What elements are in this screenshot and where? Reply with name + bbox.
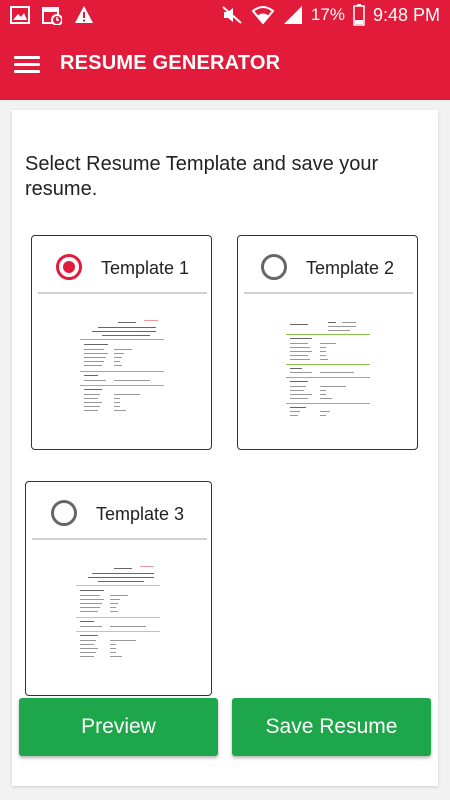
signal-icon [283,5,303,25]
mute-icon [221,5,243,25]
instruction-text: Select Resume Template and save your res… [25,153,379,200]
template-3-preview-image [76,564,166,664]
app-bar: RESUME GENERATOR [0,30,450,100]
template-2-radio[interactable] [261,254,287,280]
template-2-preview-image [286,320,376,420]
battery-percent: 17% [310,5,345,24]
template-1-preview-image [80,318,170,418]
template-3-label: Template 3 [96,504,185,524]
warning-icon [74,5,94,25]
template-card-2[interactable]: Template 2 [237,235,418,450]
template-1-radio[interactable] [56,254,82,280]
app-title: RESUME GENERATOR [60,52,281,74]
divider [38,292,207,294]
preview-button[interactable]: Preview [19,698,218,756]
save-resume-button[interactable]: Save Resume [232,698,431,756]
template-card-1[interactable]: Template 1 [31,235,212,450]
wifi-icon [251,5,275,25]
template-card-3[interactable]: Template 3 [25,481,212,696]
template-2-label: Template 2 [306,258,395,278]
battery-icon [353,4,365,26]
template-1-label: Template 1 [101,258,190,278]
hamburger-menu-icon[interactable] [14,52,40,78]
template-3-radio[interactable] [51,500,77,526]
clock: 9:48 PM [372,4,440,25]
gallery-icon [10,5,30,25]
calendar-alarm-icon [42,5,62,25]
status-bar: 17% 9:48 PM [0,0,450,30]
divider [244,292,413,294]
divider [32,538,207,540]
